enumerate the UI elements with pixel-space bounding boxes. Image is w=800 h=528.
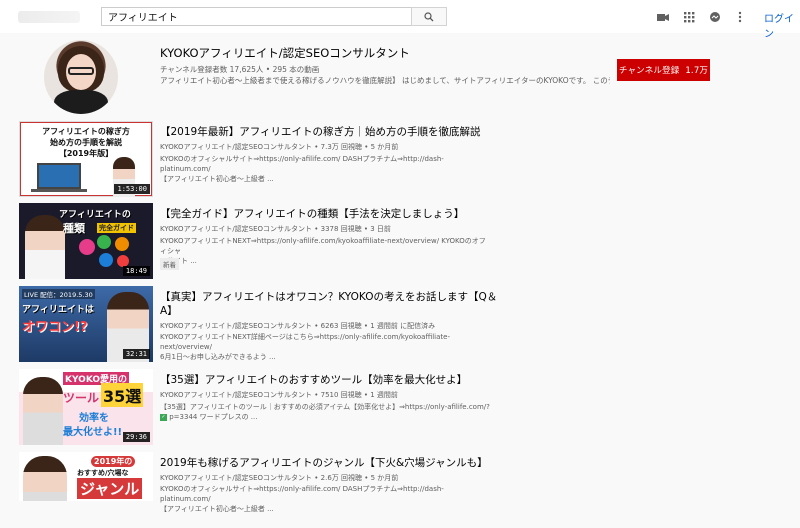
new-badge: 新着 xyxy=(160,258,179,270)
subscriber-count: 1.7万 xyxy=(685,66,709,76)
thumbnail-caption: ジャンル xyxy=(77,478,143,499)
logo[interactable] xyxy=(10,9,90,25)
presenter-photo xyxy=(23,456,67,501)
video-result: LIVE 配信：2019.5.30 アフィリエイトは オワコン!? 32:31 … xyxy=(19,286,719,362)
video-thumbnail[interactable]: 2019年の おすすめ/穴場な ジャンル xyxy=(19,452,153,501)
messages-icon[interactable] xyxy=(709,9,721,25)
thumbnail-caption: 効率を xyxy=(79,413,109,424)
thumbnail-caption: LIVE 配信：2019.5.30 xyxy=(22,289,95,299)
video-description: KYOKOのオフィシャルサイト⇒https://only-afilife.com… xyxy=(160,485,444,513)
video-duration: 32:31 xyxy=(122,349,150,359)
channel-avatar[interactable] xyxy=(44,40,118,114)
video-result: アフィリエイトの稼ぎ方 始め方の手順を解説 【2019年版】 1:53:00 【… xyxy=(19,121,719,197)
thumbnail-caption: おすすめ/穴場な xyxy=(77,469,129,477)
video-duration: 18:49 xyxy=(122,266,150,276)
thumbnail-caption: オワコン!? xyxy=(22,320,88,335)
create-video-icon[interactable] xyxy=(657,9,669,25)
video-description: 【35選】アフィリエイトのツール｜おすすめの必須アイテム【効率化せよ】⇒http… xyxy=(160,403,490,421)
video-result: 2019年の おすすめ/穴場な ジャンル 2019年も稼げるアフィリエイトのジャ… xyxy=(19,452,719,528)
video-title[interactable]: 2019年も稼げるアフィリエイトのジャンル【下火&穴場ジャンルも】 xyxy=(160,456,500,470)
search-input[interactable] xyxy=(102,8,411,25)
search-button[interactable] xyxy=(411,7,447,26)
thumbnail-caption: アフィリエイトの稼ぎ方 xyxy=(42,127,130,136)
video-result: アフィリエイトの 種類 完全ガイド 18:49 【完全ガイド】アフィリエイトの種… xyxy=(19,203,719,279)
thumbnail-caption: 2019年の xyxy=(91,456,136,467)
more-menu-icon[interactable] xyxy=(737,9,743,25)
wordpress-badge-icon: ✓ xyxy=(160,413,167,421)
laptop-illustration xyxy=(37,163,81,189)
video-meta: KYOKOアフィリエイト/認定SEOコンサルタント • 6263 回視聴 • 1… xyxy=(160,322,436,330)
channel-description: アフィリエイト初心者～上級者まで使える稼げるノウハウを徹底解説】 はじめまして、… xyxy=(160,76,610,85)
video-title[interactable]: 【35選】アフィリエイトのおすすめツール【効率を最大化せよ】 xyxy=(160,373,500,387)
video-description: KYOKOのオフィシャルサイト⇒https://only-afilife.com… xyxy=(160,155,444,183)
video-meta: KYOKOアフィリエイト/認定SEOコンサルタント • 3378 回視聴 • 3… xyxy=(160,225,391,233)
top-bar: ログイン xyxy=(0,0,800,40)
thumbnail-caption: 35選 xyxy=(101,383,144,407)
search-box xyxy=(101,7,411,26)
video-description: KYOKOアフィリエイトNEXT⇒https://only-afilife.co… xyxy=(160,237,486,265)
video-title[interactable]: 【真実】アフィリエイトはオワコン？KYOKOの考えをお話します【Q＆A】 xyxy=(160,290,500,318)
thumbnail-caption: アフィリエイトは xyxy=(22,305,94,315)
subscribe-button[interactable]: チャンネル登録 1.7万 xyxy=(617,59,710,81)
video-thumbnail[interactable]: アフィリエイトの 種類 完全ガイド 18:49 xyxy=(19,203,153,279)
thumbnail-caption: ツール xyxy=(63,391,100,405)
presenter-photo xyxy=(25,215,65,279)
thumbnail-caption: 種類 xyxy=(63,222,85,235)
video-meta: KYOKOアフィリエイト/認定SEOコンサルタント • 2.6万 回視聴 • 5… xyxy=(160,474,399,482)
video-duration: 29:36 xyxy=(122,432,150,442)
channel-name[interactable]: KYOKOアフィリエイト/認定SEOコンサルタント xyxy=(160,45,410,61)
video-thumbnail[interactable]: KYOKO愛用の ツール 35選 効率を 最大化せよ!! 29:36 xyxy=(19,369,153,445)
thumbnail-caption: 最大化せよ!! xyxy=(63,427,123,438)
video-thumbnail[interactable]: LIVE 配信：2019.5.30 アフィリエイトは オワコン!? 32:31 xyxy=(19,286,153,362)
channel-result: KYOKOアフィリエイト/認定SEOコンサルタント チャンネル登録者数 17,6… xyxy=(0,33,800,114)
video-title[interactable]: 【完全ガイド】アフィリエイトの種類【手法を決定しましょう】 xyxy=(160,207,500,221)
video-result: KYOKO愛用の ツール 35選 効率を 最大化せよ!! 29:36 【35選】… xyxy=(19,369,719,445)
thumbnail-caption: 始め方の手順を解説 xyxy=(50,138,122,147)
channel-stats: チャンネル登録者数 17,625人 • 295 本の動画 xyxy=(160,65,320,74)
apps-grid-icon[interactable] xyxy=(683,9,695,25)
video-thumbnail[interactable]: アフィリエイトの稼ぎ方 始め方の手順を解説 【2019年版】 1:53:00 xyxy=(19,121,153,197)
video-duration: 1:53:00 xyxy=(114,184,150,194)
thumbnail-caption: アフィリエイトの xyxy=(59,210,131,220)
subscribe-label: チャンネル登録 xyxy=(618,66,680,76)
video-title[interactable]: 【2019年最新】アフィリエイトの稼ぎ方｜始め方の手順を徹底解説 xyxy=(160,125,500,139)
thumbnail-caption: 完全ガイド xyxy=(97,223,136,233)
video-description: KYOKOアフィリエイトNEXT詳細ページはこちら⇒https://only-a… xyxy=(160,333,450,361)
video-meta: KYOKOアフィリエイト/認定SEOコンサルタント • 7510 回視聴 • 1… xyxy=(160,391,398,399)
search-icon xyxy=(424,11,434,21)
video-meta: KYOKOアフィリエイト/認定SEOコンサルタント • 7.3万 回視聴 • 5… xyxy=(160,143,399,151)
presenter-photo xyxy=(23,377,63,445)
